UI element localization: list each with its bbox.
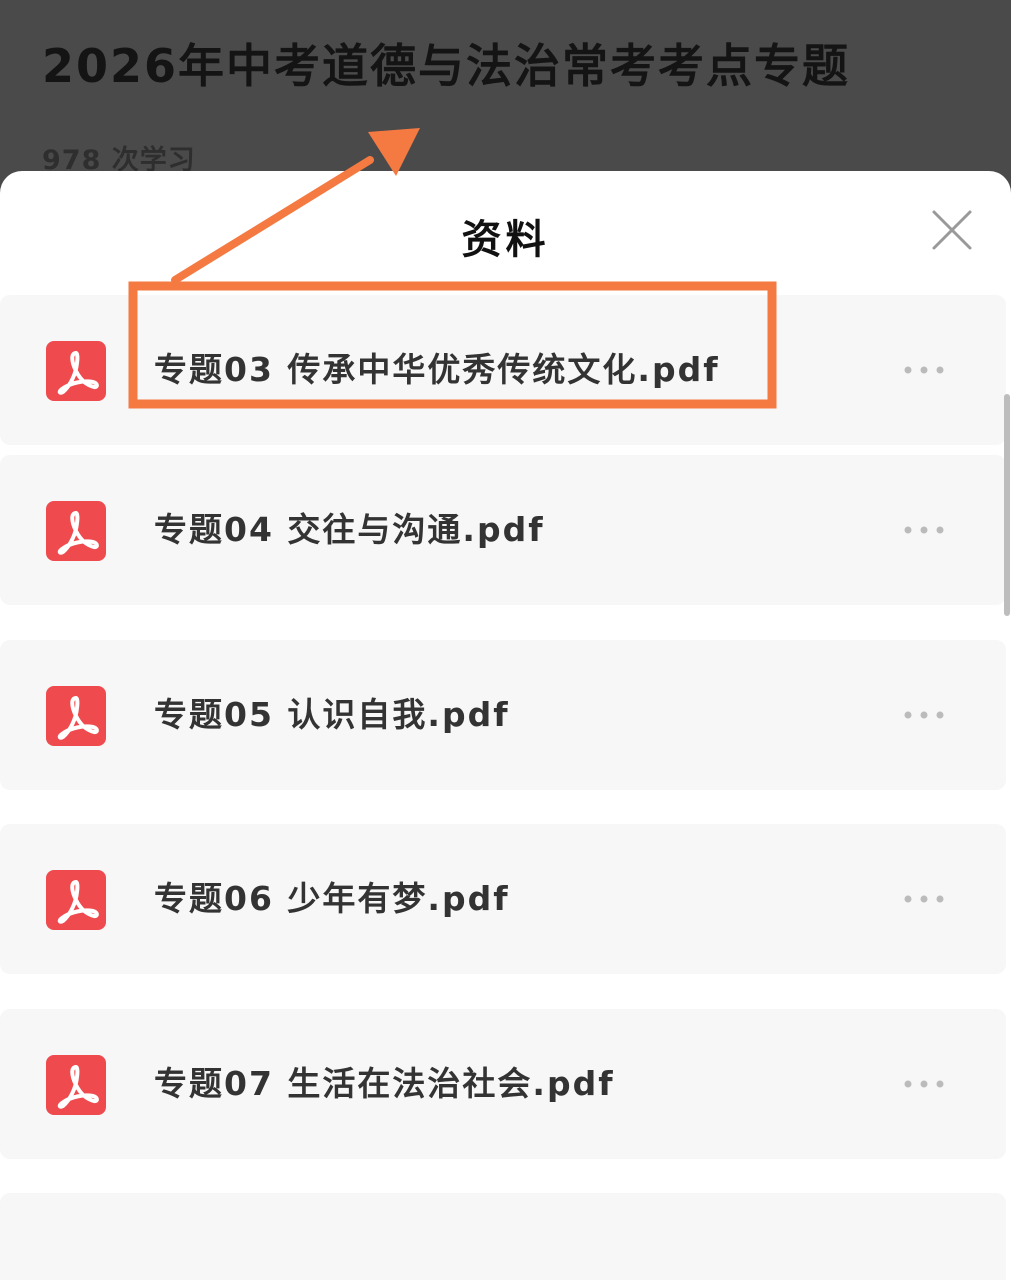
pdf-icon (46, 686, 106, 746)
more-button[interactable] (898, 882, 950, 916)
more-icon (904, 711, 944, 719)
file-row[interactable]: 专题07 生活在法治社会.pdf (0, 1009, 1006, 1159)
page-title: 2026年中考道德与法治常考考点专题 (42, 39, 851, 93)
file-row[interactable]: 专题04 交往与沟通.pdf (0, 455, 1006, 605)
file-name: 专题06 少年有梦.pdf (154, 879, 510, 918)
close-button[interactable] (930, 208, 974, 252)
more-icon (904, 895, 944, 903)
more-button[interactable] (898, 1067, 950, 1101)
more-icon (904, 366, 944, 374)
sheet-title: 资料 (461, 217, 550, 263)
file-row-partial[interactable] (0, 1193, 1006, 1280)
pdf-icon (46, 1055, 106, 1115)
more-button[interactable] (898, 353, 950, 387)
pdf-icon (46, 501, 106, 561)
pdf-icon (46, 341, 106, 401)
scrollbar[interactable] (1004, 394, 1010, 616)
close-icon (932, 210, 972, 250)
more-button[interactable] (898, 698, 950, 732)
pdf-icon (46, 870, 106, 930)
file-name: 专题04 交往与沟通.pdf (154, 510, 545, 549)
annotation-arrow-head (368, 128, 420, 176)
materials-sheet: 资料 专题03 传承中华优秀传统文化.pdf 专题04 交往与沟通.pdf 专题… (0, 171, 1011, 1280)
file-row[interactable]: 专题05 认识自我.pdf (0, 640, 1006, 790)
more-button[interactable] (898, 513, 950, 547)
file-name: 专题07 生活在法治社会.pdf (154, 1064, 615, 1103)
file-row[interactable]: 专题03 传承中华优秀传统文化.pdf (0, 295, 1006, 445)
more-icon (904, 526, 944, 534)
file-row[interactable]: 专题06 少年有梦.pdf (0, 824, 1006, 974)
file-name: 专题03 传承中华优秀传统文化.pdf (154, 350, 720, 389)
more-icon (904, 1080, 944, 1088)
file-name: 专题05 认识自我.pdf (154, 695, 510, 734)
